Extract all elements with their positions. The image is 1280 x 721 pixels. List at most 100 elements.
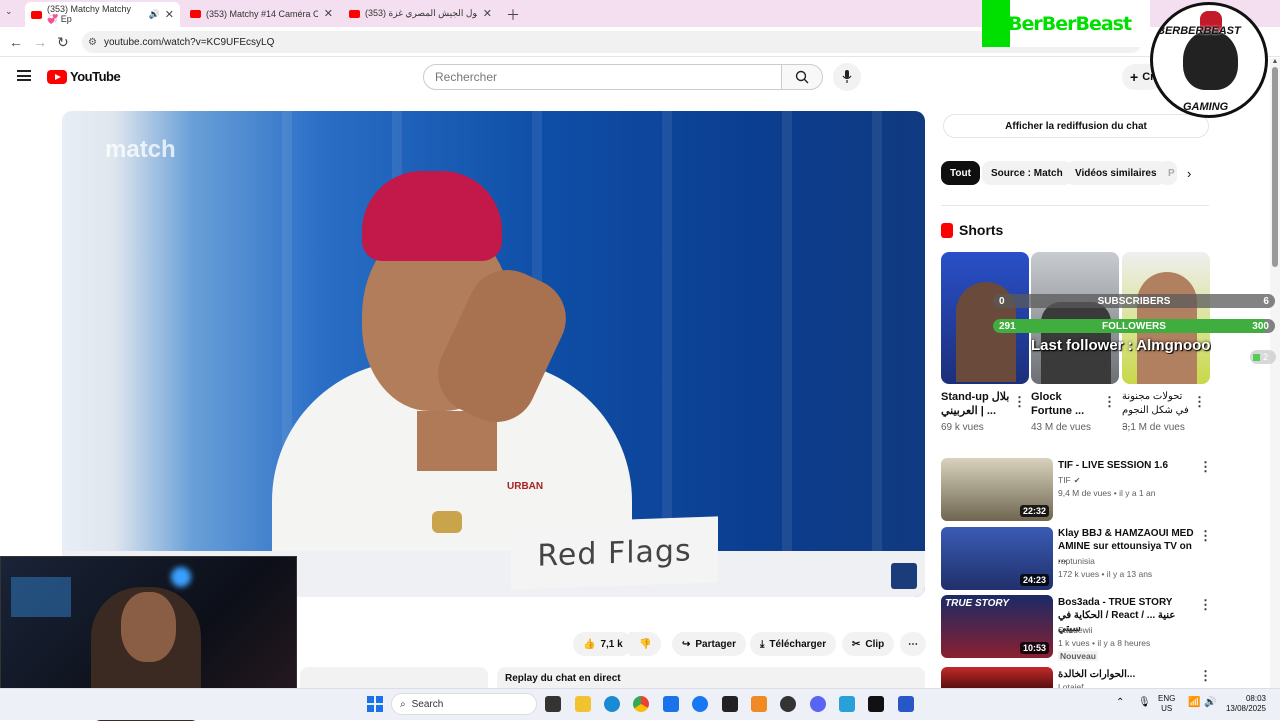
short-thumbnail-1[interactable] [941,252,1029,384]
share-button[interactable]: ↪ Partager [672,632,746,656]
chrome-icon[interactable] [633,696,649,712]
followers-goal: 300 [1252,320,1269,332]
video-thumbnail-2[interactable]: 24:23 [941,527,1053,590]
short-thumbnail-3[interactable] [1122,252,1210,384]
edge-icon[interactable] [604,696,620,712]
app-icon[interactable] [839,696,855,712]
search-button[interactable] [781,64,823,90]
description-box[interactable] [300,667,488,688]
filter-chip-similar[interactable]: Vidéos similaires [1066,161,1166,185]
more-vertical-icon[interactable]: ⋮ [1199,668,1212,684]
store-icon[interactable] [663,696,679,712]
scrollbar-up-icon[interactable]: ▲ [1270,58,1280,65]
page-scrollbar[interactable]: ▲ [1270,58,1280,688]
discord-icon[interactable] [810,696,826,712]
thumbs-down-icon: 👎 [639,638,652,650]
subscribers-goal: 6 [1263,295,1269,307]
voice-search-button[interactable] [833,63,861,91]
clip-button[interactable]: ✂ Clip [842,632,895,656]
search-input[interactable]: Rechercher [423,64,782,90]
channel-name: TIF [1058,475,1071,485]
video-thumbnail-1[interactable]: 22:32 [941,458,1053,521]
more-vertical-icon[interactable]: ⋮ [1199,528,1212,544]
close-tab-icon[interactable]: ✕ [324,7,333,20]
red-durag [362,171,502,261]
file-explorer-icon[interactable] [575,696,591,712]
subscribers-current: 0 [999,295,1005,307]
filter-chip-more[interactable]: P [1159,161,1177,185]
volume-icon[interactable]: 🔊 [1204,697,1216,708]
video-title-1[interactable]: TIF - LIVE SESSION 1.6 [1058,459,1198,472]
facebook-icon[interactable] [692,696,708,712]
back-arrow-icon[interactable]: ← [9,34,23,50]
chat-replay-bar[interactable]: Replay du chat en direct [497,667,925,688]
youtube-favicon-icon [349,9,360,18]
url-text: youtube.com/watch?v=KC9UFEcsyLQ [104,36,275,48]
wifi-icon[interactable]: 📶 [1188,697,1200,708]
video-title-4[interactable]: الحوارات الخالدة... [1058,668,1198,681]
app-icon[interactable] [898,696,914,712]
dislike-button[interactable]: 👎 [629,632,662,656]
forward-arrow-icon[interactable]: → [33,34,47,50]
clock[interactable]: 08:03 13/08/2025 [1222,694,1266,714]
more-vertical-icon[interactable]: ⋮ [1013,394,1026,410]
video-player[interactable]: URBAN [62,111,925,597]
video-channel-2[interactable]: raptunisia [1058,556,1095,566]
speaker-icon[interactable]: 🔊 [149,9,160,20]
shorts-title: Shorts [959,222,1004,238]
followers-label: FOLLOWERS [1102,320,1166,332]
chevron-right-icon[interactable]: › [1187,166,1191,181]
filter-chip-all[interactable]: Tout [941,161,980,185]
microphone-tray-icon[interactable]: 🎙 [1138,697,1151,708]
app-icon[interactable] [722,696,738,712]
shirt-logo-text: URBAN [507,481,544,492]
short-thumbnail-2[interactable] [1031,252,1119,384]
download-button[interactable]: ⤓ Télécharger [750,632,837,656]
task-view-icon[interactable] [545,696,561,712]
taskbar-search[interactable]: ⌕ Search [391,693,537,715]
monitor-glow [11,577,71,617]
like-button[interactable]: 👍 7,1 k [573,632,633,656]
new-tab-button[interactable]: ＋ [506,5,520,25]
tab-3[interactable]: (353) دخول الجيش المصري غزة ✕ [343,4,498,23]
app-icon[interactable] [751,696,767,712]
app-icon[interactable] [868,696,884,712]
filter-label: Tout [950,167,971,179]
plus-icon: + [1130,69,1139,85]
close-tab-icon[interactable]: ✕ [483,7,492,20]
filter-chip-source[interactable]: Source : Match [982,161,1072,185]
video-duration: 24:23 [1019,574,1049,586]
reload-icon[interactable]: ↻ [57,34,69,51]
filter-label: Source : Match [991,167,1063,179]
video-channel-3[interactable]: Saadewii [1058,625,1093,635]
filter-label: P [1168,167,1175,179]
video-channel-1[interactable]: TIF ✔ [1058,475,1080,485]
short-title-2[interactable]: Glock Fortune ... [1031,390,1101,418]
tray-chevron-icon[interactable]: ⌃ [1116,697,1124,708]
tab-1[interactable]: (353) Matchy Matchy 💞 Ep 🔊 ✕ [25,2,180,27]
close-tab-icon[interactable]: ✕ [165,8,174,21]
app-icon[interactable] [780,696,796,712]
show-chat-replay-button[interactable]: Afficher la rediffusion du chat [943,114,1209,138]
language-indicator[interactable]: ENG US [1158,694,1175,714]
video-thumbnail-3[interactable]: TRUE STORY 10:53 [941,595,1053,658]
watch [432,511,462,533]
site-info-icon[interactable]: ⚙ [88,37,97,48]
tab-2[interactable]: (353) Matchy #14 Caméra Cach ✕ [184,4,339,23]
more-vertical-icon[interactable]: ⋮ [1103,394,1116,410]
tab-list-button[interactable]: ⌄ [5,6,21,22]
youtube-logo[interactable]: YouTube [47,69,121,84]
more-actions-button[interactable]: ⋯ [900,632,926,656]
video-thumbnail-4[interactable] [941,667,1053,688]
more-vertical-icon[interactable]: ⋮ [1193,394,1206,410]
hamburger-menu-icon[interactable] [17,70,31,81]
short-title-1[interactable]: Stand-up بلال | العربيني ... [941,390,1011,418]
badge-bottom-text: GAMING [1183,101,1229,113]
scrollbar-thumb[interactable] [1272,67,1278,267]
more-vertical-icon[interactable]: ⋮ [1199,597,1212,613]
start-button[interactable] [367,696,383,712]
tab-title: (353) Matchy Matchy 💞 Ep [47,4,132,24]
neon-light [171,567,191,587]
more-vertical-icon[interactable]: ⋮ [1199,459,1212,475]
scissors-icon: ✂ [852,638,861,650]
